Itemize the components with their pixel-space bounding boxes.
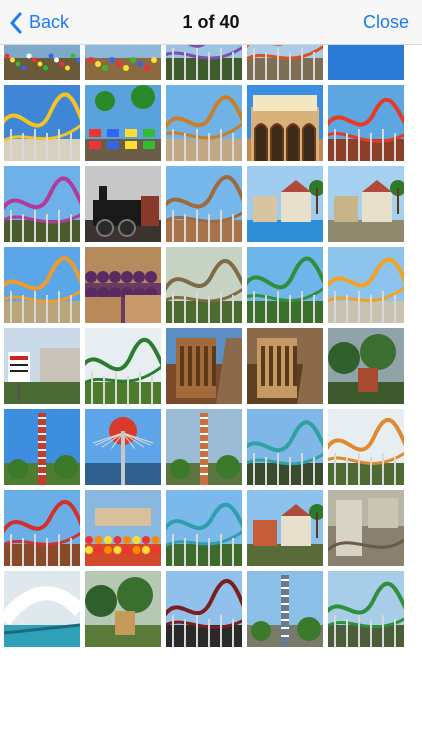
- photo-thumbnail[interactable]: [4, 571, 80, 647]
- photo-image: [4, 328, 80, 404]
- photo-image: [166, 247, 242, 323]
- photo-thumbnail[interactable]: [166, 85, 242, 161]
- photo-image: [166, 409, 242, 485]
- photo-image: [166, 571, 242, 647]
- photo-thumbnail[interactable]: [4, 490, 80, 566]
- photo-thumbnail[interactable]: [85, 247, 161, 323]
- photo-thumbnail[interactable]: [328, 571, 404, 647]
- photo-image: [166, 490, 242, 566]
- photo-image: [247, 490, 323, 566]
- photo-thumbnail[interactable]: [85, 328, 161, 404]
- photo-thumbnail[interactable]: [85, 409, 161, 485]
- photo-thumbnail[interactable]: [328, 328, 404, 404]
- close-button[interactable]: Close: [363, 0, 409, 45]
- photo-thumbnail[interactable]: [328, 490, 404, 566]
- photo-image: [85, 490, 161, 566]
- photo-image: [328, 409, 404, 485]
- photo-thumbnail[interactable]: [85, 490, 161, 566]
- photo-thumbnail[interactable]: [4, 166, 80, 242]
- photo-image: [166, 166, 242, 242]
- photo-image: [328, 85, 404, 161]
- photo-thumbnail[interactable]: [247, 490, 323, 566]
- photo-thumbnail[interactable]: [247, 571, 323, 647]
- photo-image: [328, 166, 404, 242]
- photo-image: [85, 247, 161, 323]
- photo-thumbnail[interactable]: [85, 166, 161, 242]
- photo-thumbnail[interactable]: [247, 85, 323, 161]
- photo-thumbnail[interactable]: [85, 85, 161, 161]
- photo-image: [166, 328, 242, 404]
- photo-image: [328, 247, 404, 323]
- photo-image: [328, 328, 404, 404]
- photo-image: [4, 571, 80, 647]
- photo-image: [247, 328, 323, 404]
- photo-thumbnail[interactable]: [166, 247, 242, 323]
- photo-grid: [4, 4, 404, 647]
- photo-thumbnail[interactable]: [85, 571, 161, 647]
- photo-image: [4, 166, 80, 242]
- photo-image: [247, 247, 323, 323]
- photo-thumbnail[interactable]: [4, 247, 80, 323]
- photo-thumbnail[interactable]: [328, 409, 404, 485]
- photo-thumbnail[interactable]: [247, 166, 323, 242]
- photo-image: [85, 328, 161, 404]
- photo-thumbnail[interactable]: [166, 166, 242, 242]
- photo-image: [85, 166, 161, 242]
- photo-image: [85, 409, 161, 485]
- back-button[interactable]: Back: [9, 0, 69, 45]
- photo-image: [247, 571, 323, 647]
- photo-thumbnail[interactable]: [247, 328, 323, 404]
- photo-image: [247, 85, 323, 161]
- photo-image: [166, 85, 242, 161]
- back-label: Back: [29, 12, 70, 32]
- photo-image: [4, 409, 80, 485]
- photo-image: [4, 85, 80, 161]
- photo-image: [4, 247, 80, 323]
- photo-thumbnail[interactable]: [4, 85, 80, 161]
- photo-thumbnail[interactable]: [328, 166, 404, 242]
- photo-image: [4, 490, 80, 566]
- photo-image: [328, 490, 404, 566]
- photo-thumbnail[interactable]: [247, 409, 323, 485]
- photo-image: [328, 571, 404, 647]
- photo-thumbnail[interactable]: [166, 328, 242, 404]
- photo-thumbnail[interactable]: [328, 85, 404, 161]
- photo-thumbnail[interactable]: [166, 571, 242, 647]
- photo-thumbnail[interactable]: [166, 409, 242, 485]
- photo-image: [247, 166, 323, 242]
- photo-image: [85, 571, 161, 647]
- photo-thumbnail[interactable]: [247, 247, 323, 323]
- chevron-left-icon: [10, 12, 22, 33]
- photo-thumbnail[interactable]: [328, 247, 404, 323]
- navigation-bar: Back 1 of 40 Close: [0, 0, 422, 45]
- photo-thumbnail[interactable]: [4, 409, 80, 485]
- photo-image: [85, 85, 161, 161]
- photo-thumbnail[interactable]: [166, 490, 242, 566]
- photo-image: [247, 409, 323, 485]
- photo-thumbnail[interactable]: [4, 328, 80, 404]
